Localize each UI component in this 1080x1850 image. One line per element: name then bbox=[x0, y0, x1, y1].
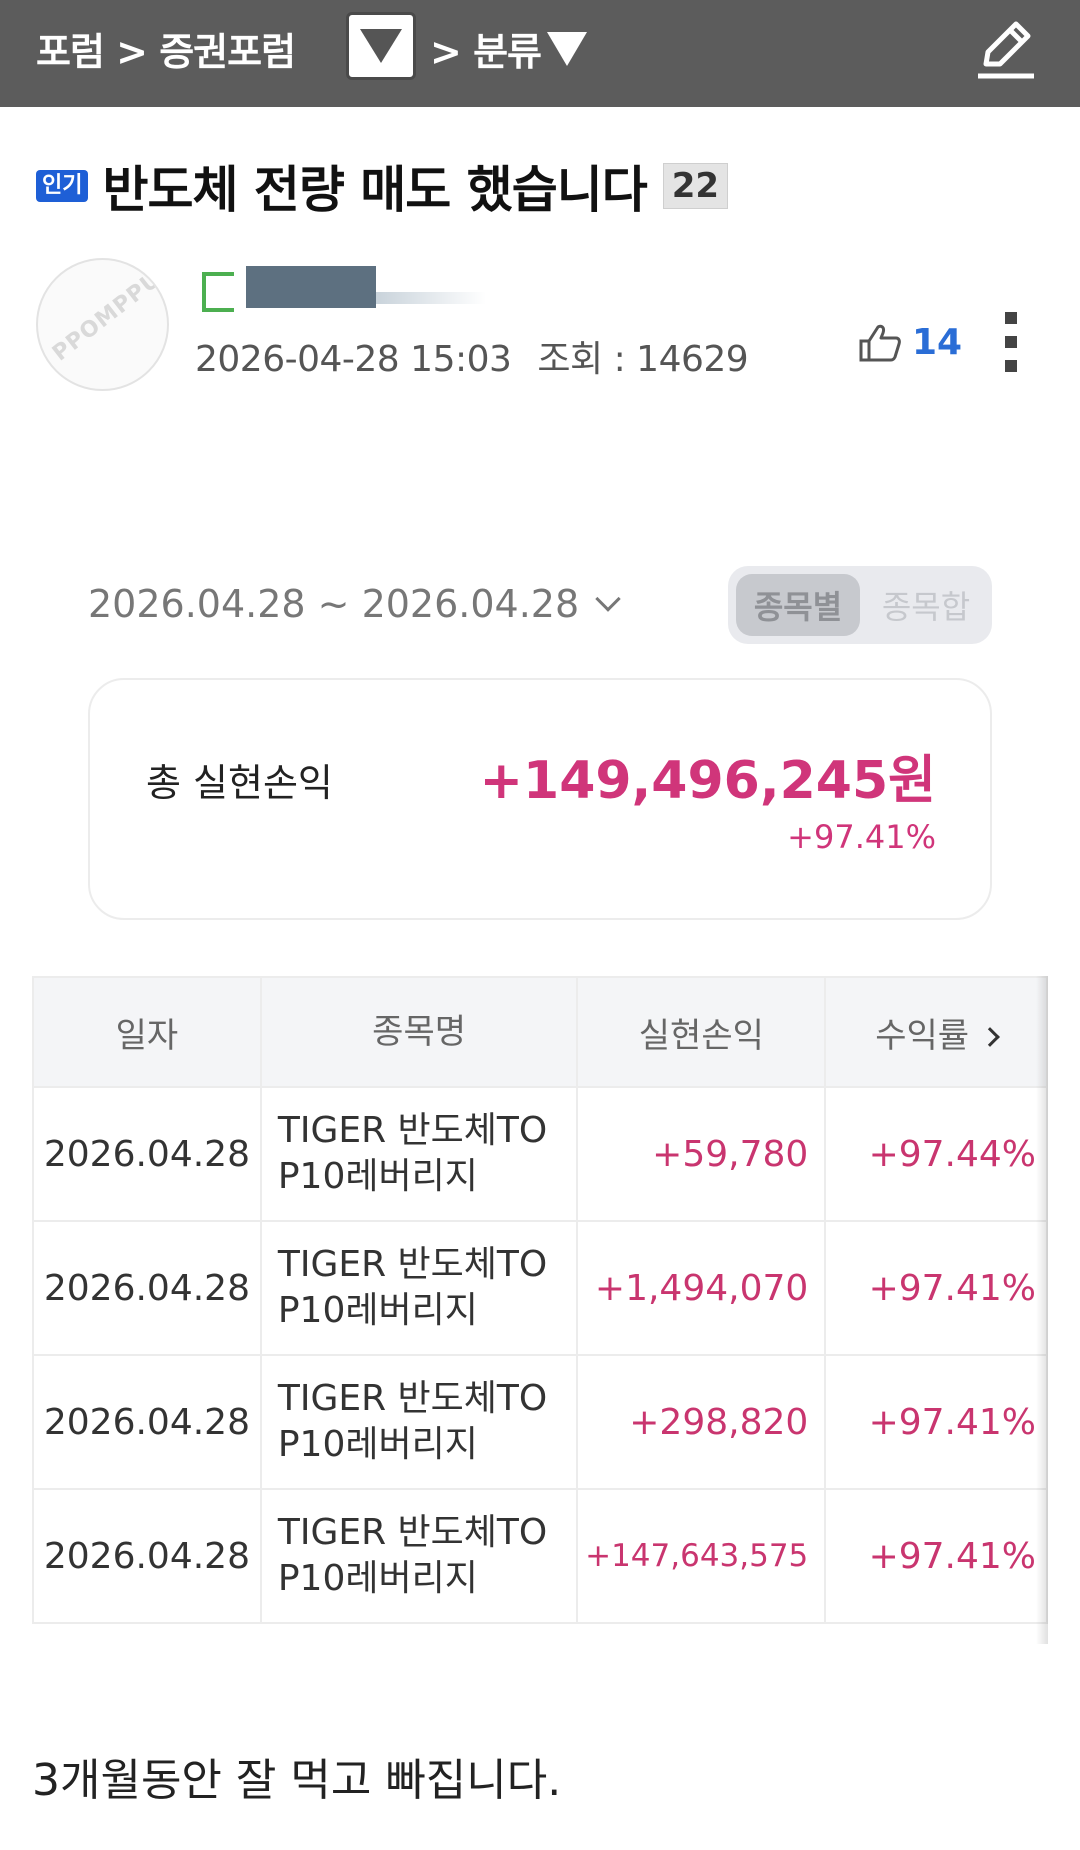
row-name-line2: P10레버리지 bbox=[277, 1290, 478, 1331]
post-body: 3개월동안 잘 먹고 빠집니다. bbox=[32, 1755, 562, 1806]
summary-rate: +97.41% bbox=[787, 818, 936, 856]
like-button[interactable]: 14 bbox=[858, 322, 962, 363]
header-name: 종목명 bbox=[259, 976, 579, 1088]
post-meta: 2026-04-28 15:03 조회 : 14629 bbox=[195, 330, 749, 382]
table-row[interactable]: 2026.04.28 TIGER 반도체TO P10레버리지 +1,494,070… bbox=[32, 1220, 1048, 1356]
chevron-down-icon bbox=[595, 586, 621, 612]
tab-stock-sum[interactable]: 종목합 bbox=[864, 574, 988, 636]
summary-label: 총 실현손익 bbox=[146, 761, 333, 805]
row-name-line1: TIGER 반도체TO bbox=[277, 1378, 548, 1419]
row-rate: +97.41% bbox=[824, 1220, 1048, 1356]
post-datetime: 2026-04-28 15:03 bbox=[195, 339, 512, 380]
dot bbox=[1005, 360, 1017, 372]
row-pnl: +298,820 bbox=[576, 1354, 827, 1490]
row-rate: +97.41% bbox=[824, 1488, 1048, 1624]
summary-value: +149,496,245원 bbox=[479, 751, 936, 811]
row-pnl: +147,643,575 bbox=[576, 1488, 827, 1624]
dot bbox=[1005, 336, 1017, 348]
more-options-button[interactable] bbox=[996, 312, 1026, 378]
author-redaction-fade bbox=[376, 292, 486, 304]
thumbs-up-icon bbox=[859, 324, 901, 361]
header-rate-label: 수익률 bbox=[875, 1015, 970, 1056]
row-name: TIGER 반도체TO P10레버리지 bbox=[259, 1220, 579, 1356]
dot bbox=[1005, 312, 1017, 324]
triangle-down-icon bbox=[360, 29, 402, 63]
period-selector[interactable]: 2026.04.28 ~ 2026.04.28 bbox=[88, 582, 621, 626]
header-pnl: 실현손익 bbox=[576, 976, 827, 1088]
pencil-icon bbox=[978, 21, 1034, 79]
caret-down-icon bbox=[547, 31, 587, 66]
row-name: TIGER 반도체TO P10레버리지 bbox=[259, 1354, 579, 1490]
row-name-line2: P10레버리지 bbox=[277, 1424, 478, 1465]
row-date: 2026.04.28 bbox=[32, 1220, 262, 1356]
header-date: 일자 bbox=[32, 976, 262, 1088]
tab-by-stock[interactable]: 종목별 bbox=[736, 574, 860, 636]
row-name: TIGER 반도체TO P10레버리지 bbox=[259, 1488, 579, 1624]
row-date: 2026.04.28 bbox=[32, 1488, 262, 1624]
trade-table: 일자 종목명 실현손익 수익률 2026.04.28 TIGER 반도체TO P1… bbox=[32, 976, 1048, 1624]
comment-count[interactable]: 22 bbox=[662, 163, 729, 209]
row-name-line1: TIGER 반도체TO bbox=[277, 1244, 548, 1285]
row-rate: +97.41% bbox=[824, 1354, 1048, 1490]
row-name-line1: TIGER 반도체TO bbox=[277, 1110, 548, 1151]
forum-dropdown-button[interactable] bbox=[346, 12, 416, 80]
view-mode-toggle: 종목별 종목합 bbox=[728, 566, 992, 644]
row-rate: +97.44% bbox=[824, 1086, 1048, 1222]
view-count: 조회 : 14629 bbox=[537, 339, 749, 380]
period-range: 2026.04.28 ~ 2026.04.28 bbox=[88, 582, 580, 626]
avatar-watermark: PPOMPPU bbox=[48, 266, 166, 367]
post-title: 반도체 전량 매도 했습니다 bbox=[102, 161, 647, 219]
row-pnl: +1,494,070 bbox=[576, 1220, 827, 1356]
category-label: > 분류 bbox=[430, 30, 542, 74]
row-name-line2: P10레버리지 bbox=[277, 1156, 478, 1197]
header-rate[interactable]: 수익률 bbox=[824, 976, 1048, 1088]
row-name-line1: TIGER 반도체TO bbox=[277, 1512, 548, 1553]
realized-pnl-summary: 총 실현손익 +149,496,245원 +97.41% bbox=[88, 678, 992, 920]
row-name-line2: P10레버리지 bbox=[277, 1558, 478, 1599]
chevron-right-icon bbox=[980, 1027, 1000, 1047]
row-name: TIGER 반도체TO P10레버리지 bbox=[259, 1086, 579, 1222]
table-scroll-shadow bbox=[1036, 976, 1048, 1644]
write-button[interactable] bbox=[972, 14, 1040, 82]
table-row[interactable]: 2026.04.28 TIGER 반도체TO P10레버리지 +298,820 +… bbox=[32, 1354, 1048, 1490]
breadcrumb-forum[interactable]: 포럼 > 증권포럼 bbox=[36, 0, 296, 97]
table-row[interactable]: 2026.04.28 TIGER 반도체TO P10레버리지 +147,643,5… bbox=[32, 1488, 1048, 1624]
row-pnl: +59,780 bbox=[576, 1086, 827, 1222]
category-filter[interactable]: > 분류 bbox=[430, 0, 587, 97]
author-name-redacted[interactable] bbox=[202, 266, 492, 312]
row-date: 2026.04.28 bbox=[32, 1086, 262, 1222]
row-date: 2026.04.28 bbox=[32, 1354, 262, 1490]
author-redaction bbox=[246, 266, 376, 308]
post-title-row: 인기 반도체 전량 매도 했습니다 22 bbox=[36, 150, 729, 222]
popular-badge: 인기 bbox=[36, 170, 89, 202]
like-count: 14 bbox=[912, 322, 963, 363]
author-level-frame bbox=[202, 272, 234, 312]
breadcrumb-text: 포럼 > 증권포럼 bbox=[36, 30, 296, 74]
top-bar: 포럼 > 증권포럼 > 분류 bbox=[0, 0, 1080, 107]
table-row[interactable]: 2026.04.28 TIGER 반도체TO P10레버리지 +59,780 +9… bbox=[32, 1086, 1048, 1222]
table-header-row: 일자 종목명 실현손익 수익률 bbox=[32, 976, 1048, 1088]
avatar[interactable]: PPOMPPU bbox=[36, 258, 169, 391]
